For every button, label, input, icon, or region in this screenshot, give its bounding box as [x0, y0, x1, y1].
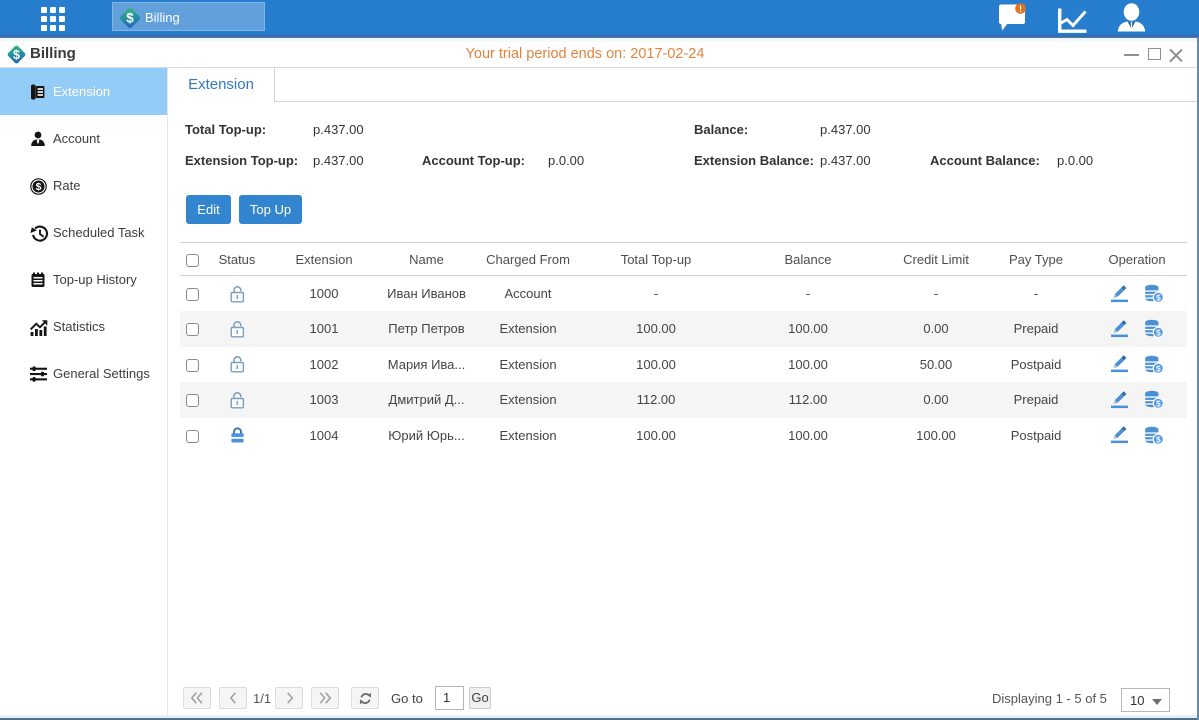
- svg-text:$: $: [36, 181, 42, 193]
- svg-text:$: $: [126, 11, 134, 26]
- svg-text:!: !: [1019, 4, 1022, 14]
